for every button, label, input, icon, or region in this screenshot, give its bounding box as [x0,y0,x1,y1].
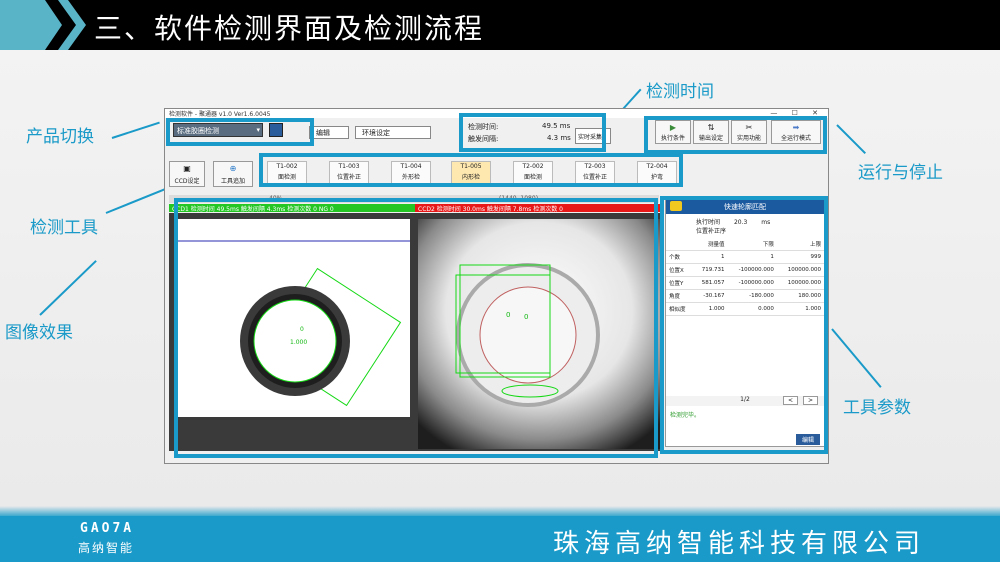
title-bar: 三、软件检测界面及检测流程 [0,0,1000,50]
camera-icon: ▣ [183,164,191,173]
annotation-image-effect: 图像效果 [5,323,73,343]
company-name: 珠海高纳智能科技有限公司 [553,529,926,559]
ccd-setting-label: CCD设定 [174,178,200,185]
highlight-detect-tools [259,153,683,187]
connector-line [39,260,97,316]
footer-wave [0,506,1000,518]
slide: 三、软件检测界面及检测流程 产品切换 检测工具 图像效果 检测时间 运行与停止 … [0,0,1000,562]
company-logo: GAO7A [80,521,135,536]
environment-menu[interactable]: 环境设定 [355,126,431,139]
title-chevron-shape [0,0,62,50]
tool-add-button[interactable]: ⊕ 工具追加 [213,161,253,187]
add-icon: ⊕ [229,164,237,173]
title-chevron-shape [58,0,86,50]
annotation-detect-tool: 检测工具 [30,218,98,238]
connector-line [836,124,866,154]
tool-add-label: 工具追加 [220,178,245,185]
annotation-tool-params: 工具参数 [843,398,911,418]
annotation-detect-time: 检测时间 [646,82,714,102]
footer: GAO7A 高纳智能 珠海高纳智能科技有限公司 [0,506,1000,562]
slide-title: 三、软件检测界面及检测流程 [94,12,485,45]
highlight-image-effect [174,198,658,458]
annotation-product-switch: 产品切换 [26,127,94,147]
connector-line [831,328,882,388]
connector-line [111,121,160,139]
highlight-tool-params [660,196,828,454]
highlight-product-switch [166,118,314,146]
annotation-run-stop: 运行与停止 [858,163,943,183]
company-logo-sub: 高纳智能 [78,541,135,555]
ccd-setting-button[interactable]: ▣ CCD设定 [169,161,205,187]
edit-menu[interactable]: 编辑 [309,126,349,139]
highlight-detect-time [459,113,606,152]
highlight-run-stop [644,116,827,154]
